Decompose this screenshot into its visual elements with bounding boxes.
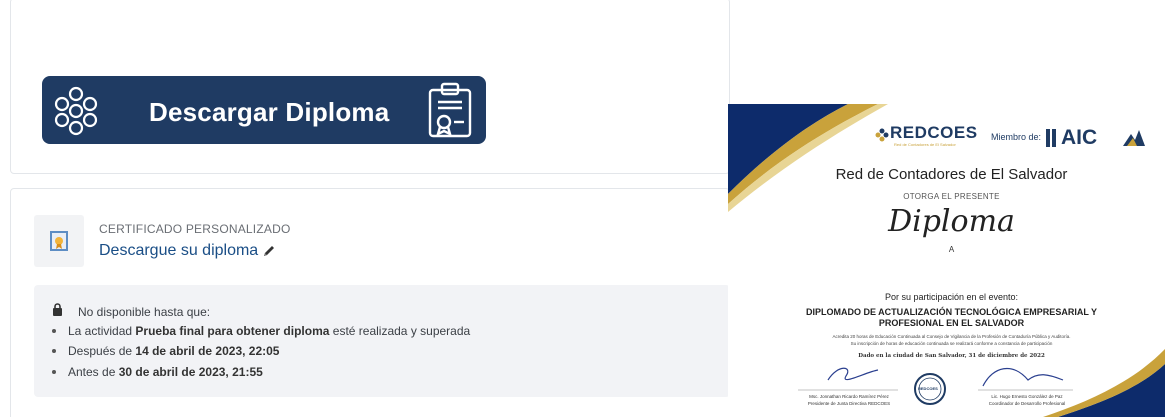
restrictions-box (34, 285, 730, 397)
diploma-title: Diploma (888, 204, 1015, 239)
restriction-date: 30 de abril de 2023, 21:55 (118, 365, 263, 379)
redcoes-logo-subtext: Red de Contadores de El Salvador (894, 142, 956, 147)
diploma-preview: REDCOES Red de Contadores de El Salvador… (728, 104, 1165, 417)
restriction-text: Después de (68, 344, 136, 358)
org-name: Red de Contadores de El Salvador (835, 166, 1068, 183)
restriction-text: Antes de (68, 365, 119, 379)
redcoes-logo-text: REDCOES (890, 123, 978, 142)
module-name-link[interactable]: Descargue su diploma (99, 242, 258, 260)
download-diploma-button[interactable]: Descargar Diploma (42, 76, 486, 144)
certificate-module-icon (34, 215, 84, 267)
event-title-line1: DIPLOMADO DE ACTUALIZACIÓN TECNOLÓGICA E… (805, 307, 1097, 317)
restriction-header: No disponible hasta que: (78, 305, 211, 319)
module-type-label: CERTIFICADO PERSONALIZADO (99, 222, 291, 236)
restriction-item: La actividad Prueba final para obtener d… (68, 324, 470, 338)
signer1-name: Msc. Jonnathan Ricardo Ramírez Pérez (809, 394, 889, 399)
grants-text: OTORGA EL PRESENTE (903, 192, 1000, 201)
accreditation-text: Acredita 20 horas de Educación Continuad… (832, 334, 1071, 339)
certificate-clipboard-icon (428, 82, 472, 138)
certificate-icon (50, 231, 68, 251)
bullet (52, 329, 56, 333)
signer1-role: Presidente de Junta Directiva REDCOES (807, 401, 891, 406)
restriction-date: 14 de abril de 2023, 22:05 (135, 344, 280, 358)
network-icon (54, 86, 98, 136)
edit-pencil-icon[interactable] (262, 244, 276, 258)
diploma-decoration (728, 104, 1165, 417)
restriction-item: Después de 14 de abril de 2023, 22:05 (68, 344, 279, 358)
event-title-line2: PROFESIONAL EN EL SALVADOR (878, 318, 1025, 328)
aic-logo-text: AIC (1061, 126, 1098, 149)
accreditation-text: Su inscripción de horas de educación con… (850, 341, 1053, 346)
member-label: Miembro de: (991, 132, 1042, 142)
redcoes-seal: REDCOES (918, 386, 938, 391)
bullet (52, 349, 56, 353)
date-place-text: Dado en la ciudad de San Salvador, 31 de… (858, 353, 1045, 359)
participation-text: Por su participación en el evento: (884, 292, 1019, 302)
download-diploma-label: Descargar Diploma (149, 97, 390, 127)
restriction-item: Antes de 30 de abril de 2023, 21:55 (68, 365, 263, 379)
signer2-name: Lic. Hugo Ernesto González de Paz (991, 394, 1063, 399)
recipient-prefix: A (948, 245, 955, 254)
bullet (52, 370, 56, 374)
restriction-text: La actividad (68, 324, 136, 338)
lock-icon (53, 303, 62, 316)
restriction-text: esté realizada y superada (329, 324, 471, 338)
signer2-role: Coordinador de Desarrollo Profesional (988, 401, 1066, 406)
restriction-activity-link[interactable]: Prueba final para obtener diploma (135, 324, 329, 338)
